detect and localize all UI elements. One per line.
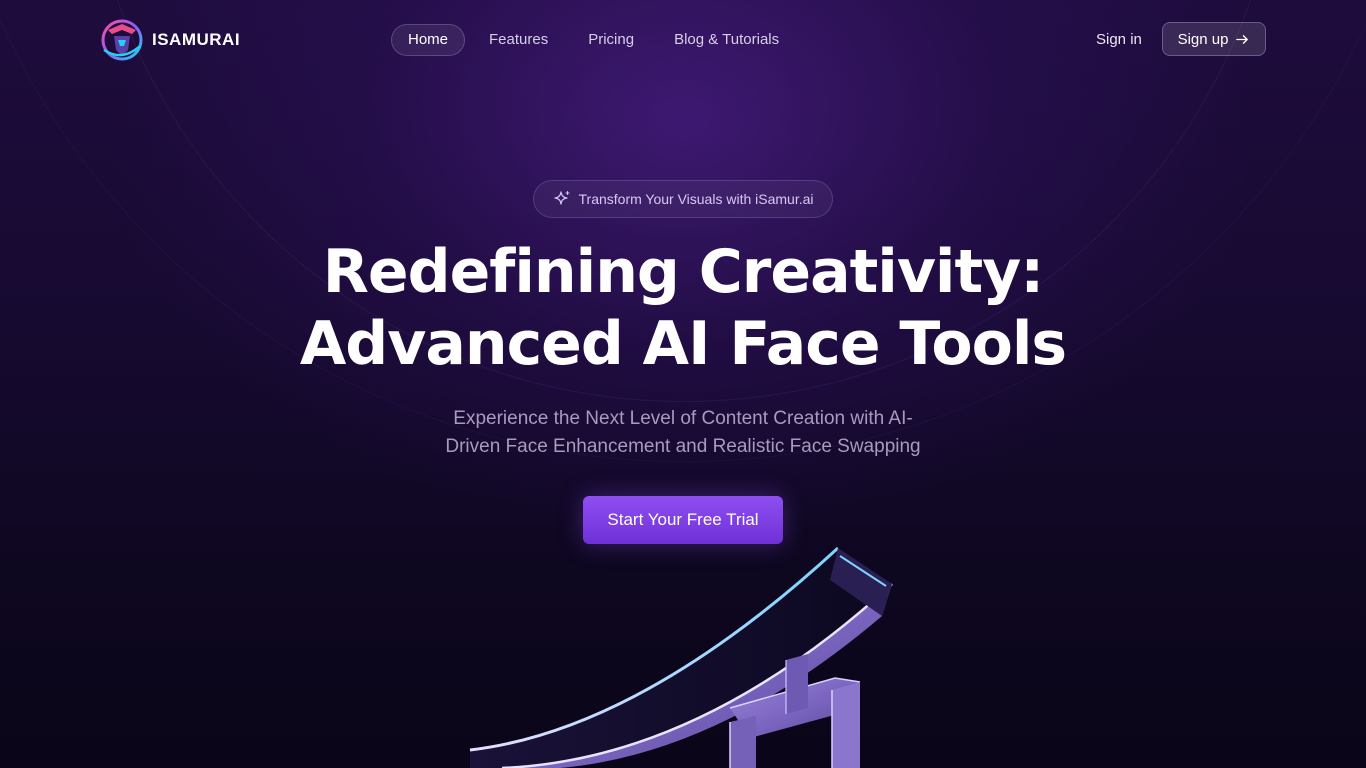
samurai-logo-icon — [101, 19, 143, 61]
nav-item-features[interactable]: Features — [473, 24, 564, 56]
nav-item-home[interactable]: Home — [391, 24, 466, 56]
badge-text: Transform Your Visuals with iSamur.ai — [578, 191, 814, 207]
sign-up-label: Sign up — [1177, 30, 1229, 48]
nav-item-pricing[interactable]: Pricing — [572, 24, 650, 56]
sparkle-icon — [553, 190, 570, 205]
hero-badge: Transform Your Visuals with iSamur.ai — [533, 180, 833, 218]
hero-title-line: Redefining Creativity: — [322, 237, 1045, 307]
nav-item-blog-tutorials[interactable]: Blog & Tutorials — [658, 24, 795, 56]
brand[interactable]: ISAMURAI — [98, 16, 240, 64]
landing-page: ISAMURAI Home Features Pricing Blog & Tu… — [0, 0, 1366, 768]
hero-subtitle: Experience the Next Level of Content Cre… — [433, 405, 933, 461]
brand-name: ISAMURAI — [152, 30, 241, 49]
start-free-trial-button[interactable]: Start Your Free Trial — [583, 496, 783, 544]
arrow-right-icon — [1236, 34, 1249, 44]
sign-up-button[interactable]: Sign up — [1162, 22, 1266, 56]
hero-subtitle-line: Driven Face Enhancement and Realistic Fa… — [445, 436, 921, 457]
torii-gate-3d-graphic — [469, 546, 893, 768]
sign-in-link[interactable]: Sign in — [1096, 28, 1142, 52]
hero-title: Redefining Creativity: Advanced AI Face … — [183, 236, 1183, 380]
hero-title-line: Advanced AI Face Tools — [299, 309, 1067, 379]
top-navbar: ISAMURAI Home Features Pricing Blog & Tu… — [0, 0, 1366, 80]
main-nav: Home Features Pricing Blog & Tutorials — [391, 24, 795, 56]
hero-subtitle-line: Experience the Next Level of Content Cre… — [453, 408, 913, 429]
